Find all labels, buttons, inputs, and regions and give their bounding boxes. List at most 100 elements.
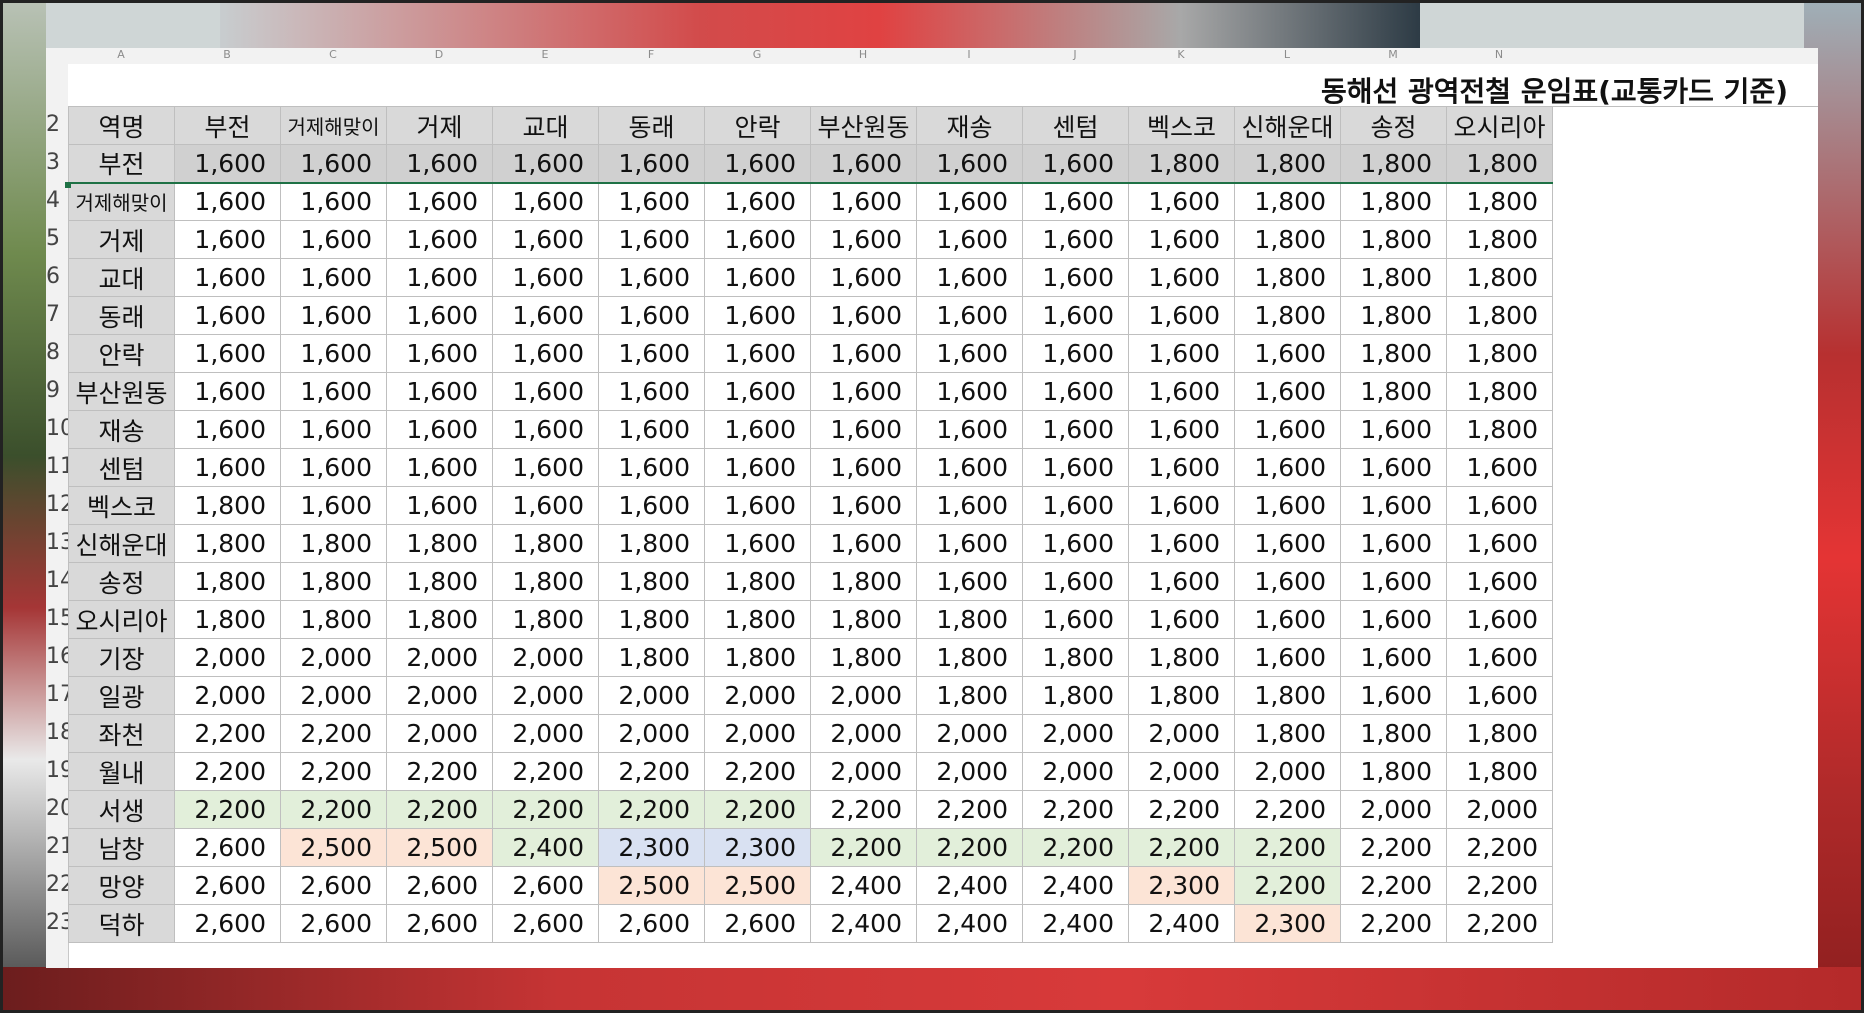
fare-cell[interactable]: 1,800 [174, 562, 281, 601]
fare-cell[interactable]: 2,600 [386, 866, 493, 905]
row-station-name[interactable]: 부전 [68, 144, 175, 184]
fare-cell[interactable]: 2,000 [1446, 790, 1553, 829]
fare-cell[interactable]: 1,600 [174, 220, 281, 259]
fare-cell[interactable]: 1,800 [1234, 676, 1341, 715]
fare-cell[interactable]: 2,200 [916, 828, 1023, 867]
fare-cell[interactable]: 1,600 [1234, 334, 1341, 373]
fare-cell[interactable]: 1,600 [1128, 182, 1235, 221]
fare-cell[interactable]: 1,800 [1446, 334, 1553, 373]
fare-cell[interactable]: 1,600 [492, 220, 599, 259]
row-number[interactable]: 2 [46, 112, 68, 137]
fare-cell[interactable]: 1,800 [1340, 220, 1447, 259]
fare-cell[interactable]: 1,600 [1446, 638, 1553, 677]
fare-cell[interactable]: 1,600 [598, 182, 705, 221]
fare-cell[interactable]: 1,600 [280, 486, 387, 525]
fare-cell[interactable]: 1,600 [1234, 524, 1341, 563]
fare-cell[interactable]: 1,600 [916, 296, 1023, 335]
fare-cell[interactable]: 2,200 [1446, 904, 1553, 943]
fare-cell[interactable]: 1,800 [704, 600, 811, 639]
fare-cell[interactable]: 1,600 [1446, 562, 1553, 601]
fare-cell[interactable]: 1,800 [1234, 258, 1341, 297]
fare-cell[interactable]: 2,000 [280, 638, 387, 677]
column-letter[interactable]: K [1128, 48, 1234, 64]
fare-cell[interactable]: 2,200 [704, 790, 811, 829]
column-letter[interactable]: D [386, 48, 492, 64]
row-station-name[interactable]: 송정 [68, 562, 175, 601]
fare-cell[interactable]: 1,600 [1128, 486, 1235, 525]
column-header-11[interactable]: 신해운대 [1234, 106, 1341, 145]
row-station-name[interactable]: 안락 [68, 334, 175, 373]
fare-cell[interactable]: 1,600 [280, 182, 387, 221]
fare-cell[interactable]: 1,600 [704, 524, 811, 563]
column-letter[interactable]: G [704, 48, 810, 64]
fare-cell[interactable]: 1,800 [1340, 182, 1447, 221]
row-station-name[interactable]: 서생 [68, 790, 175, 829]
row-number[interactable]: 14 [46, 568, 74, 593]
fare-cell[interactable]: 2,000 [280, 676, 387, 715]
fare-cell[interactable]: 1,600 [916, 182, 1023, 221]
fare-cell[interactable]: 1,600 [916, 448, 1023, 487]
fare-cell[interactable]: 1,600 [1022, 600, 1129, 639]
fare-cell[interactable]: 1,800 [916, 676, 1023, 715]
fare-cell[interactable]: 1,600 [1022, 486, 1129, 525]
fare-cell[interactable]: 1,600 [1022, 296, 1129, 335]
fare-cell[interactable]: 1,600 [916, 144, 1023, 184]
fare-cell[interactable]: 2,400 [1128, 904, 1235, 943]
fare-cell[interactable]: 2,000 [598, 676, 705, 715]
fare-cell[interactable]: 1,800 [1340, 144, 1447, 184]
fare-cell[interactable]: 2,200 [174, 790, 281, 829]
row-station-name[interactable]: 오시리아 [68, 600, 175, 639]
fare-cell[interactable]: 1,600 [1446, 676, 1553, 715]
row-station-name[interactable]: 일광 [68, 676, 175, 715]
fare-cell[interactable]: 2,000 [810, 676, 917, 715]
fare-cell[interactable]: 1,800 [174, 524, 281, 563]
fare-cell[interactable]: 1,600 [704, 410, 811, 449]
row-number[interactable]: 7 [46, 302, 68, 327]
fare-cell[interactable]: 2,600 [174, 904, 281, 943]
fare-cell[interactable]: 2,400 [1022, 904, 1129, 943]
fare-cell[interactable]: 1,600 [386, 296, 493, 335]
fare-cell[interactable]: 1,600 [704, 372, 811, 411]
fare-cell[interactable]: 1,600 [1022, 448, 1129, 487]
row-number[interactable]: 22 [46, 872, 74, 897]
row-number[interactable]: 6 [46, 264, 68, 289]
row-number[interactable]: 20 [46, 796, 74, 821]
row-number[interactable]: 16 [46, 644, 74, 669]
fare-cell[interactable]: 1,600 [810, 334, 917, 373]
fare-cell[interactable]: 2,000 [916, 752, 1023, 791]
fare-cell[interactable]: 1,800 [1022, 638, 1129, 677]
column-header-9[interactable]: 센텀 [1022, 106, 1129, 145]
fare-cell[interactable]: 1,800 [1128, 144, 1235, 184]
fare-cell[interactable]: 1,600 [174, 410, 281, 449]
fare-cell[interactable]: 1,600 [1340, 524, 1447, 563]
fare-cell[interactable]: 2,000 [598, 714, 705, 753]
fare-cell[interactable]: 1,800 [1340, 714, 1447, 753]
column-header-5[interactable]: 동래 [598, 106, 705, 145]
column-letter[interactable]: I [916, 48, 1022, 64]
fare-cell[interactable]: 1,600 [810, 220, 917, 259]
fare-cell[interactable]: 1,600 [1128, 448, 1235, 487]
fare-cell[interactable]: 1,600 [174, 448, 281, 487]
fare-cell[interactable]: 2,200 [1340, 828, 1447, 867]
fare-cell[interactable]: 2,300 [598, 828, 705, 867]
fare-cell[interactable]: 1,600 [386, 220, 493, 259]
fare-cell[interactable]: 2,600 [174, 828, 281, 867]
fare-cell[interactable]: 2,400 [1022, 866, 1129, 905]
row-station-name[interactable]: 동래 [68, 296, 175, 335]
fare-cell[interactable]: 1,600 [280, 296, 387, 335]
fare-cell[interactable]: 1,800 [492, 524, 599, 563]
fare-cell[interactable]: 1,800 [1340, 372, 1447, 411]
fare-cell[interactable]: 2,400 [810, 904, 917, 943]
fare-cell[interactable]: 1,600 [598, 410, 705, 449]
fare-cell[interactable]: 1,600 [916, 372, 1023, 411]
fare-cell[interactable]: 1,600 [1234, 448, 1341, 487]
fare-cell[interactable]: 1,600 [1340, 410, 1447, 449]
fare-cell[interactable]: 1,600 [704, 220, 811, 259]
fare-cell[interactable]: 1,600 [1340, 486, 1447, 525]
fare-cell[interactable]: 1,600 [1128, 524, 1235, 563]
fare-cell[interactable]: 1,600 [280, 334, 387, 373]
fare-cell[interactable]: 2,000 [1022, 714, 1129, 753]
fare-cell[interactable]: 2,200 [280, 714, 387, 753]
row-number[interactable]: 3 [46, 150, 68, 175]
fare-cell[interactable]: 1,600 [492, 372, 599, 411]
